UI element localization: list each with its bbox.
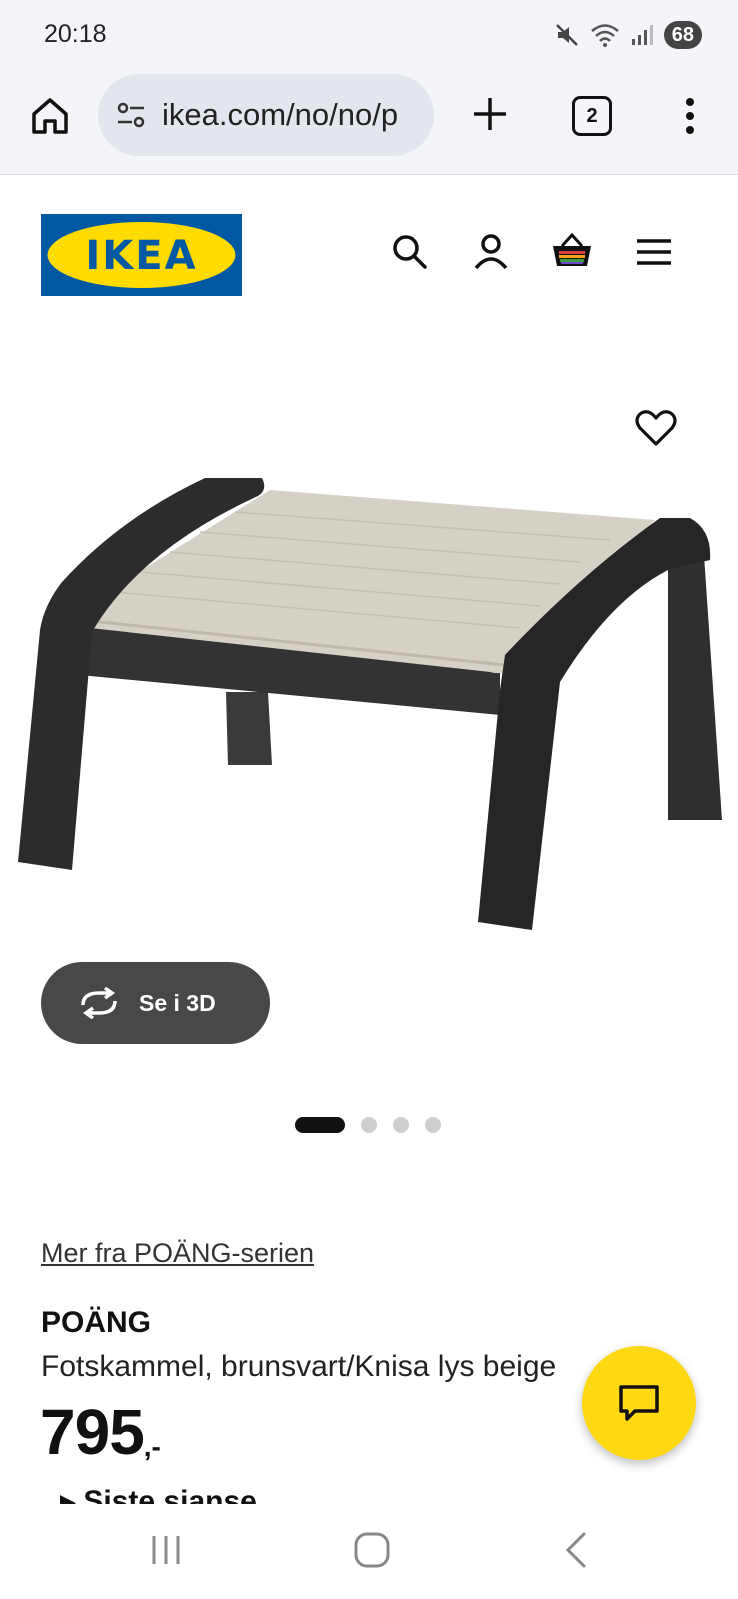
series-link[interactable]: Mer fra POÄNG-serien — [41, 1238, 314, 1269]
ikea-logo[interactable]: IKEA — [41, 214, 242, 296]
chat-button[interactable] — [582, 1346, 696, 1460]
chat-icon — [619, 1385, 659, 1421]
product-description: Fotskammel, brunsvart/Knisa lys beige — [41, 1350, 557, 1383]
rotate-3d-icon — [81, 987, 117, 1019]
site-header: IKEA — [0, 174, 738, 304]
new-tab-icon[interactable] — [468, 92, 512, 136]
carousel-dot-1[interactable] — [295, 1117, 345, 1133]
back-icon[interactable] — [556, 1528, 600, 1572]
basket-icon[interactable] — [550, 230, 594, 274]
last-chance-label: ▸ Siste sjanse — [60, 1484, 257, 1504]
logo-text: IKEA — [85, 233, 197, 279]
home-nav-icon[interactable] — [350, 1528, 394, 1572]
more-options-icon[interactable] — [680, 94, 700, 138]
carousel-dot-4[interactable] — [425, 1117, 441, 1133]
carousel-indicator — [295, 1117, 441, 1133]
tab-switcher-button[interactable]: 2 — [572, 96, 612, 136]
triangle-icon: ▸ — [60, 1485, 84, 1504]
browser-toolbar: ikea.com/no/no/p 2 — [0, 70, 738, 175]
battery-level: 68 — [663, 21, 702, 49]
address-bar[interactable]: ikea.com/no/no/p — [98, 74, 434, 156]
view-3d-button[interactable]: Se i 3D — [41, 962, 270, 1044]
system-nav-bar — [0, 1504, 738, 1599]
site-settings-icon[interactable] — [114, 98, 148, 132]
search-icon[interactable] — [388, 230, 432, 274]
product-price: 795 ,- — [40, 1400, 161, 1464]
status-bar: 20:18 68 — [0, 0, 738, 70]
home-icon[interactable] — [28, 94, 72, 138]
view-3d-label: Se i 3D — [139, 989, 216, 1016]
wifi-icon — [590, 24, 619, 47]
hamburger-menu-icon[interactable] — [632, 230, 676, 274]
price-suffix: ,- — [143, 1431, 161, 1462]
signal-icon — [631, 25, 653, 45]
account-icon[interactable] — [469, 230, 513, 274]
product-image[interactable] — [0, 400, 738, 960]
url-text: ikea.com/no/no/p — [162, 97, 399, 132]
status-time: 20:18 — [44, 20, 107, 48]
carousel-dot-3[interactable] — [393, 1117, 409, 1133]
price-value: 795 — [40, 1396, 145, 1468]
recent-apps-icon[interactable] — [144, 1528, 188, 1572]
status-icons: 68 — [554, 20, 702, 50]
product-name: POÄNG — [41, 1306, 152, 1339]
carousel-dot-2[interactable] — [361, 1117, 377, 1133]
last-chance-text: Siste sjanse — [83, 1485, 257, 1504]
mute-icon — [555, 24, 578, 46]
